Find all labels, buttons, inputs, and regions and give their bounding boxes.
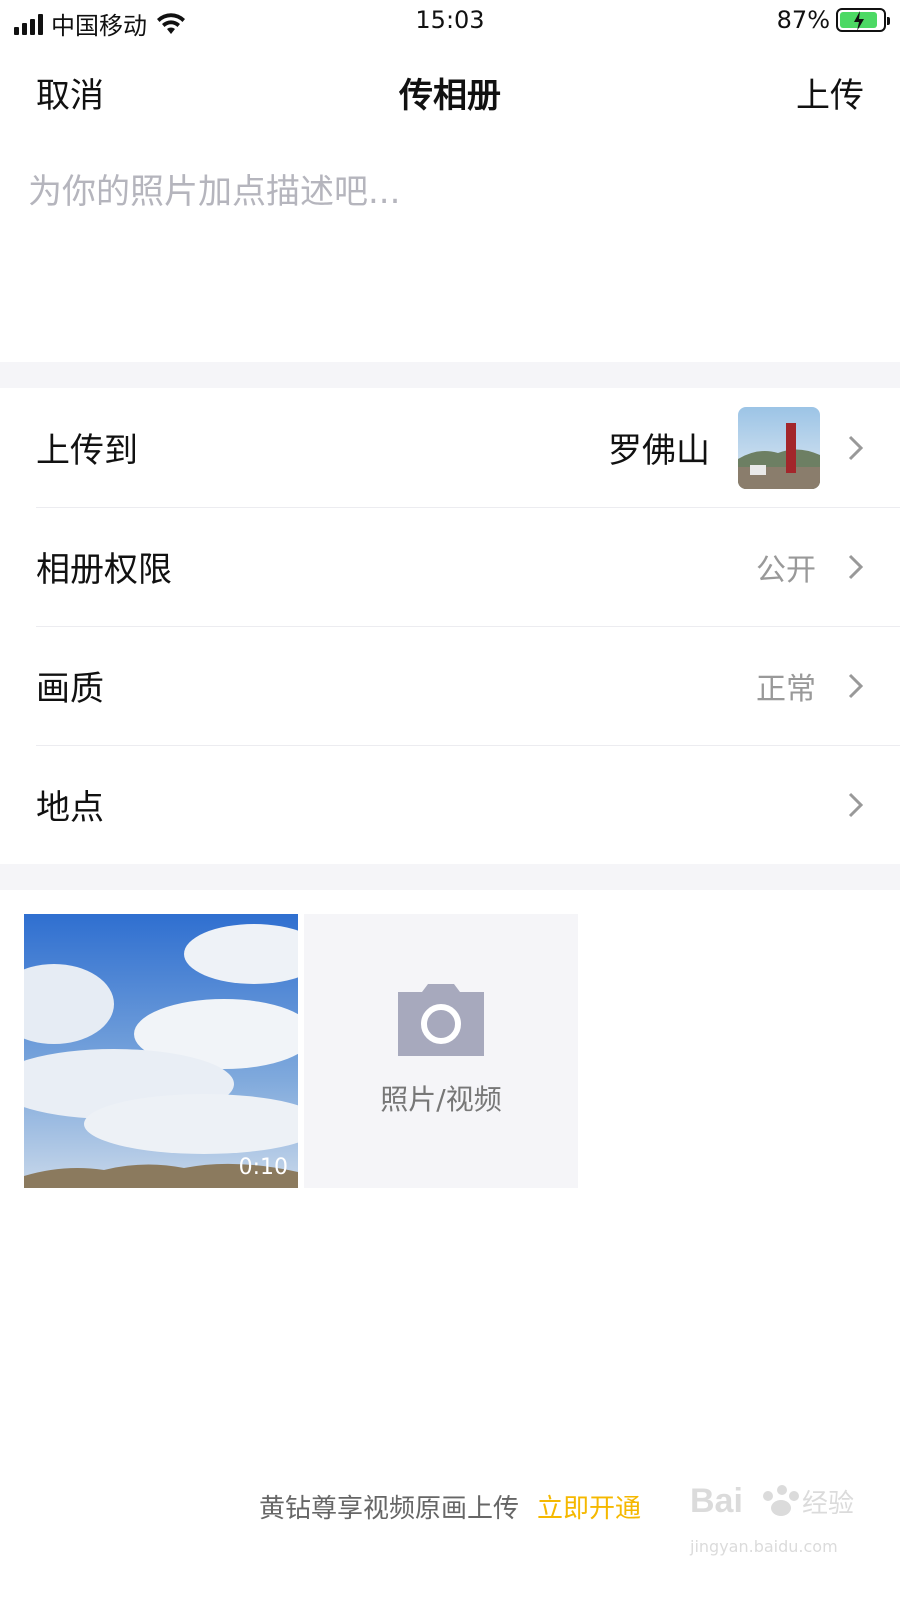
vip-promo-text: 黄钻尊享视频原画上传 xyxy=(258,1494,519,1524)
album-name: 罗佛山 xyxy=(608,431,710,471)
video-preview-image xyxy=(24,914,298,1188)
battery-level xyxy=(840,11,877,31)
chevron-right-icon xyxy=(848,792,864,817)
status-right: 87% xyxy=(776,6,890,34)
watermark-url: jingyan.baidu.com xyxy=(690,1537,838,1556)
settings-row-location[interactable]: 地点 xyxy=(0,745,900,864)
section-divider xyxy=(0,864,900,890)
settings-label: 画质 xyxy=(36,669,104,709)
settings-label: 地点 xyxy=(36,788,104,828)
media-grid: 0:10 照片/视频 xyxy=(24,914,578,1188)
add-media-label: 照片/视频 xyxy=(380,1083,502,1116)
chevron-right-icon xyxy=(848,673,864,698)
svg-text:经验: 经验 xyxy=(802,1489,854,1519)
nav-bar: 取消 传相册 上传 xyxy=(0,60,900,124)
status-bar: 中国移动 15:03 87% xyxy=(0,0,900,44)
vip-activate-link[interactable]: 立即开通 xyxy=(537,1494,641,1524)
settings-label: 相册权限 xyxy=(36,550,172,590)
settings-row-privacy[interactable]: 相册权限 公开 xyxy=(0,507,900,626)
charging-bolt-icon xyxy=(854,11,864,31)
settings-value: 公开 xyxy=(756,552,816,588)
svg-text:Bai: Bai xyxy=(690,1482,743,1520)
settings-value: 正常 xyxy=(756,671,816,707)
battery-icon xyxy=(836,8,890,32)
description-input[interactable] xyxy=(28,164,872,344)
video-duration: 0:10 xyxy=(238,1155,288,1180)
clock: 15:03 xyxy=(415,6,485,34)
watermark: Bai 经验 jingyan.baidu.com xyxy=(690,1470,860,1560)
add-media-button[interactable]: 照片/视频 xyxy=(304,914,578,1188)
section-divider xyxy=(0,362,900,388)
settings-list: 上传到 罗佛山 相册权限 公开 画质 正常 地点 xyxy=(0,388,900,864)
settings-row-upload-to[interactable]: 上传到 罗佛山 xyxy=(0,388,900,507)
settings-label: 上传到 xyxy=(36,431,138,471)
album-thumbnail xyxy=(738,406,820,489)
upload-button[interactable]: 上传 xyxy=(796,68,864,117)
battery-percent: 87% xyxy=(776,6,830,34)
video-thumbnail[interactable]: 0:10 xyxy=(24,914,298,1188)
chevron-right-icon xyxy=(848,554,864,579)
cancel-button[interactable]: 取消 xyxy=(36,68,104,117)
page-title: 传相册 xyxy=(399,76,501,116)
settings-row-quality[interactable]: 画质 正常 xyxy=(0,626,900,745)
camera-icon xyxy=(398,984,484,1056)
chevron-right-icon xyxy=(848,435,864,460)
baidu-jingyan-logo: Bai 经验 xyxy=(690,1482,854,1520)
